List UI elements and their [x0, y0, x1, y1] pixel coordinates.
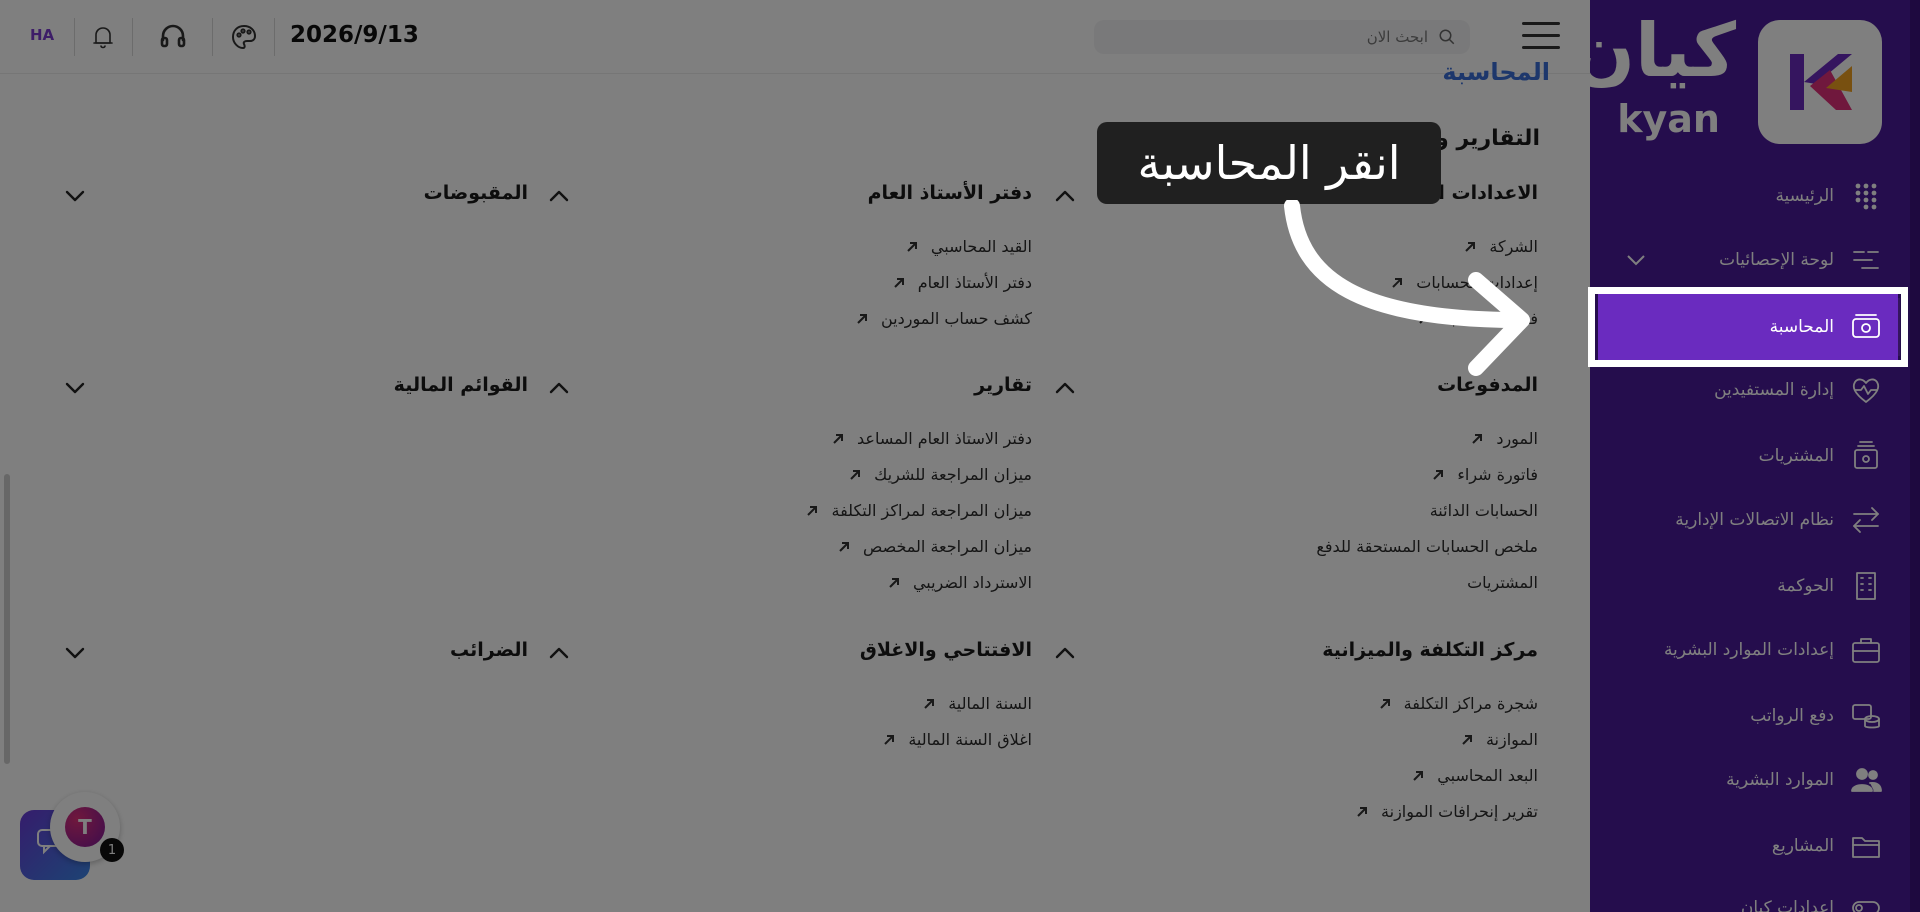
- highlight-frame: [1588, 287, 1908, 367]
- curved-arrow-icon: [1284, 200, 1530, 376]
- tutorial-tooltip: انقر المحاسبة: [1097, 122, 1441, 204]
- tutorial-overlay: [0, 0, 1920, 912]
